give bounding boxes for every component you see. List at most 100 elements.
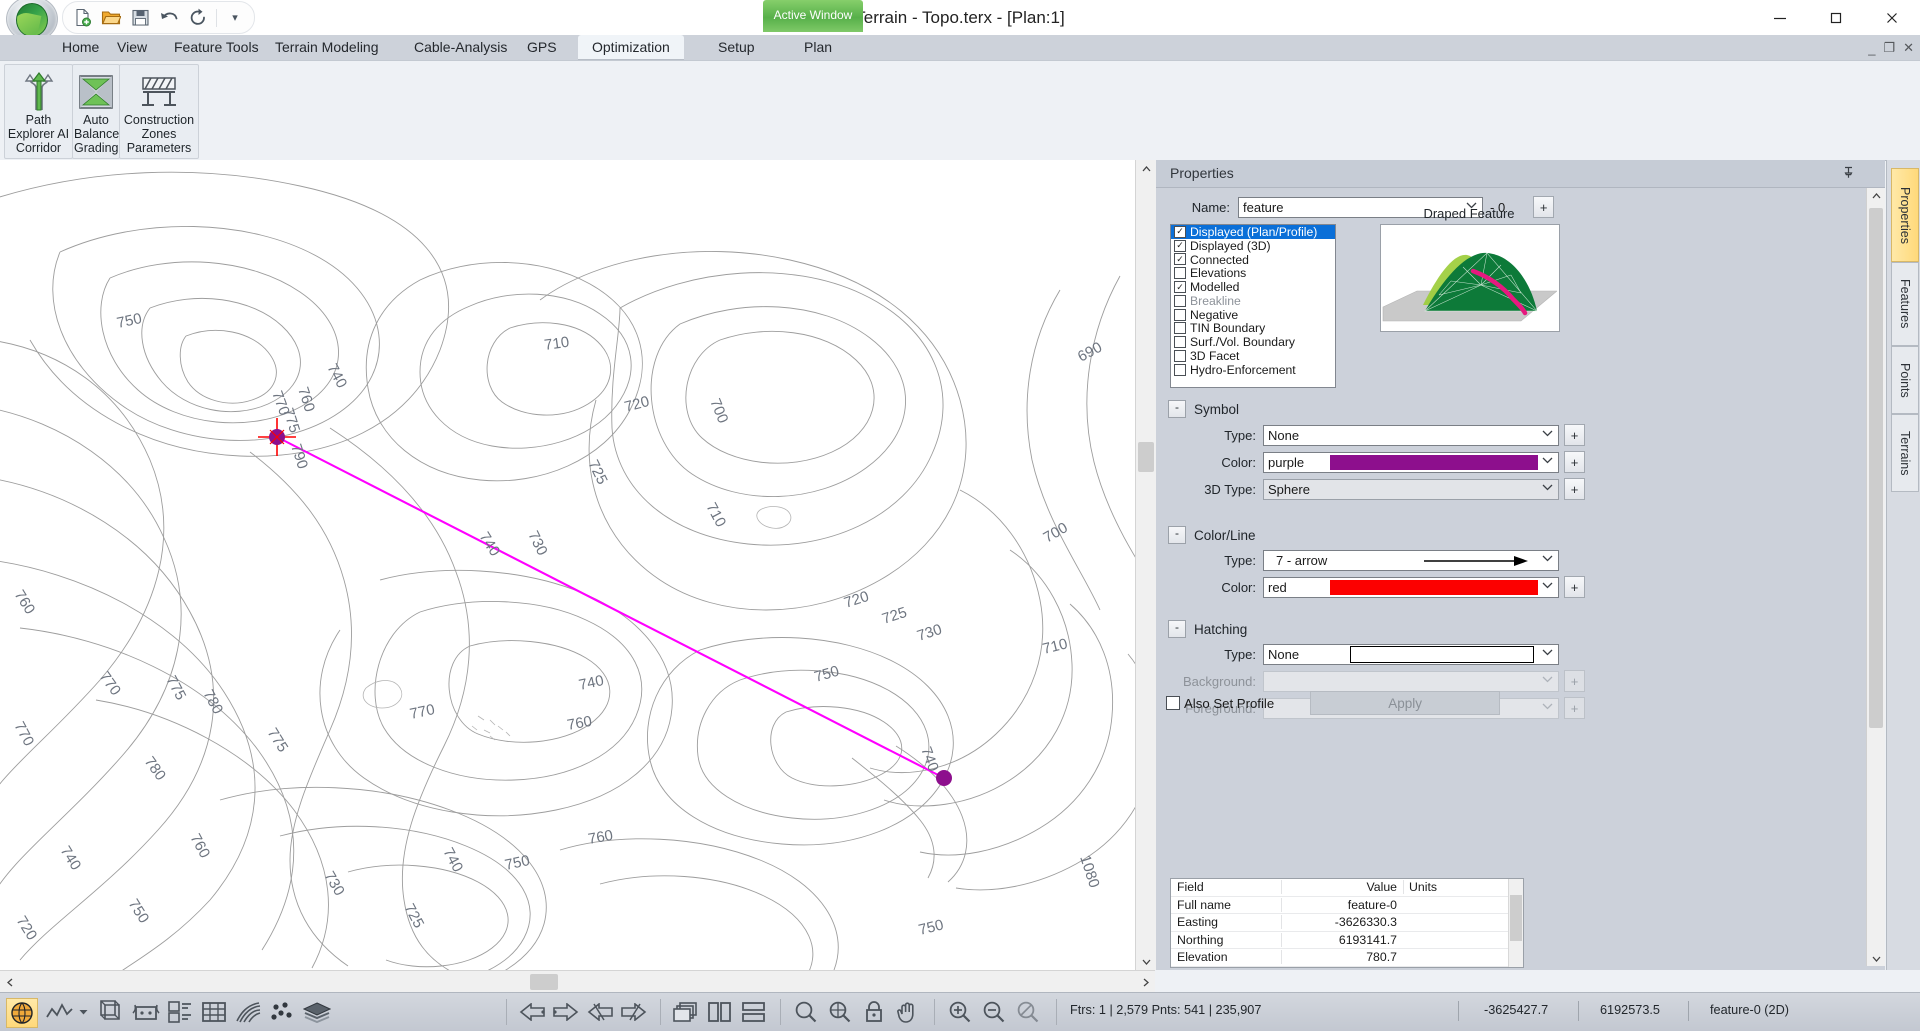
scroll-left-icon[interactable] bbox=[0, 971, 20, 993]
tab-setup[interactable]: Setup bbox=[704, 35, 769, 60]
report-icon[interactable] bbox=[164, 998, 196, 1026]
zoom-none-icon[interactable] bbox=[1012, 998, 1044, 1026]
scroll-down-icon[interactable] bbox=[1136, 952, 1156, 970]
zoom-window-icon[interactable] bbox=[790, 998, 822, 1026]
close-button[interactable] bbox=[1864, 0, 1920, 35]
also-set-profile-checkbox[interactable] bbox=[1166, 696, 1180, 710]
symbol-type-add-button[interactable]: + bbox=[1564, 424, 1585, 446]
checkbox-icon[interactable] bbox=[1174, 322, 1186, 335]
flag-item-3d-facet[interactable]: 3D Facet bbox=[1171, 349, 1335, 363]
globe-icon[interactable] bbox=[6, 998, 38, 1028]
profile-line-icon[interactable] bbox=[44, 998, 76, 1026]
tile-horizontal-icon[interactable] bbox=[738, 998, 770, 1026]
map-vertical-scrollbar[interactable] bbox=[1135, 160, 1156, 970]
checkbox-checked-icon[interactable]: ✓ bbox=[1174, 281, 1186, 294]
flag-item-displayed-plan-profile[interactable]: ✓ Displayed (Plan/Profile) bbox=[1171, 225, 1335, 239]
scroll-up-icon[interactable] bbox=[1136, 160, 1156, 178]
chevron-down-icon[interactable] bbox=[1542, 581, 1553, 593]
hatching-collapse-button[interactable]: - bbox=[1168, 620, 1186, 638]
next-feature-icon[interactable] bbox=[550, 998, 582, 1026]
chevron-down-icon[interactable] bbox=[1542, 648, 1553, 660]
chevron-down-icon[interactable] bbox=[1542, 554, 1553, 566]
scroll-right-icon[interactable] bbox=[1135, 971, 1155, 993]
flag-item-modelled[interactable]: ✓ Modelled bbox=[1171, 280, 1335, 294]
checkbox-checked-icon[interactable]: ✓ bbox=[1174, 239, 1186, 252]
flag-item-tin-boundary[interactable]: TIN Boundary bbox=[1171, 321, 1335, 335]
points-cloud-icon[interactable] bbox=[266, 998, 298, 1026]
properties-scrollbar[interactable] bbox=[1866, 188, 1885, 966]
checkbox-icon[interactable] bbox=[1174, 350, 1186, 363]
map-horizontal-scrollbar[interactable] bbox=[0, 970, 1155, 993]
symbol-color-select[interactable]: purple bbox=[1263, 451, 1559, 473]
maximize-button[interactable] bbox=[1808, 0, 1864, 35]
colorline-collapse-button[interactable]: - bbox=[1168, 526, 1186, 544]
construction-zones-parameters-button[interactable]: Construction Zones Parameters bbox=[120, 69, 198, 156]
tab-optimization[interactable]: Optimization bbox=[578, 35, 684, 60]
horizontal-scroll-thumb[interactable] bbox=[530, 974, 558, 990]
cube-3d-icon[interactable] bbox=[96, 998, 128, 1026]
symbol-type-select[interactable]: None bbox=[1263, 424, 1559, 446]
checkbox-icon[interactable] bbox=[1174, 336, 1186, 349]
flag-item-elevations[interactable]: Elevations bbox=[1171, 266, 1335, 280]
inner-minimize-button[interactable]: _ bbox=[1868, 41, 1875, 56]
feature-flags-list[interactable]: ✓ Displayed (Plan/Profile) ✓ Displayed (3D… bbox=[1170, 224, 1336, 388]
checkbox-icon[interactable] bbox=[1174, 308, 1186, 321]
flag-item-connected[interactable]: ✓ Connected bbox=[1171, 253, 1335, 267]
symbol-3dtype-add-button[interactable]: + bbox=[1564, 478, 1585, 500]
colorline-color-add-button[interactable]: + bbox=[1564, 576, 1585, 598]
cascade-windows-icon[interactable] bbox=[670, 998, 702, 1026]
zoom-in-icon[interactable] bbox=[944, 998, 976, 1026]
chevron-down-icon[interactable] bbox=[1542, 483, 1553, 495]
prev-feature-icon[interactable] bbox=[516, 998, 548, 1026]
grid-table-icon[interactable] bbox=[198, 998, 230, 1026]
vertical-scroll-thumb[interactable] bbox=[1138, 442, 1154, 472]
map-canvas[interactable]: 750 740 710 690 760 770 775 720 700 790 725 710 740 7… bbox=[0, 160, 1156, 970]
tab-gps[interactable]: GPS bbox=[513, 35, 571, 60]
tab-view[interactable]: View bbox=[103, 35, 161, 60]
zoom-out-icon[interactable] bbox=[978, 998, 1010, 1026]
save-disk-icon[interactable] bbox=[127, 5, 153, 31]
tab-cable-analysis[interactable]: Cable-Analysis bbox=[400, 35, 521, 60]
props-scroll-down-icon[interactable] bbox=[1867, 950, 1885, 966]
table-row[interactable]: Full name feature-0 bbox=[1171, 897, 1523, 914]
symbol-collapse-button[interactable]: - bbox=[1168, 400, 1186, 418]
contour-icon[interactable] bbox=[232, 998, 264, 1026]
table-row[interactable]: Northing 6193141.7 bbox=[1171, 932, 1523, 949]
open-folder-icon[interactable] bbox=[98, 5, 124, 31]
checkbox-checked-icon[interactable]: ✓ bbox=[1174, 253, 1186, 266]
minimize-button[interactable] bbox=[1752, 0, 1808, 35]
tile-vertical-icon[interactable] bbox=[704, 998, 736, 1026]
table-row[interactable]: Easting -3626330.3 bbox=[1171, 914, 1523, 932]
side-tab-points[interactable]: Points bbox=[1891, 346, 1919, 414]
section-view-icon[interactable] bbox=[130, 998, 162, 1026]
undo-arrow-icon[interactable] bbox=[156, 5, 182, 31]
symbol-color-add-button[interactable]: + bbox=[1564, 451, 1585, 473]
layers-icon[interactable] bbox=[300, 998, 334, 1026]
new-document-icon[interactable] bbox=[69, 5, 95, 31]
tab-feature-tools[interactable]: Feature Tools bbox=[160, 35, 273, 60]
side-tab-terrains[interactable]: Terrains bbox=[1891, 414, 1919, 492]
field-table-scrollbar[interactable] bbox=[1508, 879, 1523, 967]
table-row[interactable]: Elevation 780.7 bbox=[1171, 949, 1523, 967]
side-tab-properties[interactable]: Properties bbox=[1891, 168, 1919, 262]
apply-button[interactable]: Apply bbox=[1310, 691, 1501, 715]
chevron-down-icon[interactable] bbox=[1542, 429, 1553, 441]
pin-icon[interactable] bbox=[1842, 166, 1855, 182]
zoom-center-icon[interactable] bbox=[824, 998, 856, 1026]
tab-plan[interactable]: Plan bbox=[790, 35, 846, 60]
flag-item-hydro-enforcement[interactable]: Hydro-Enforcement bbox=[1171, 363, 1335, 377]
feature-field-table[interactable]: Field Value Units Full name feature-0 Ea… bbox=[1170, 878, 1524, 968]
flag-item-surf-vol-boundary[interactable]: Surf./Vol. Boundary bbox=[1171, 335, 1335, 349]
pan-hand-icon[interactable] bbox=[892, 998, 924, 1026]
props-scroll-thumb[interactable] bbox=[1869, 208, 1883, 728]
hatching-type-select[interactable]: None bbox=[1263, 644, 1559, 665]
field-table-scroll-thumb[interactable] bbox=[1510, 895, 1522, 941]
flag-item-negative[interactable]: Negative bbox=[1171, 308, 1335, 322]
inner-close-button[interactable]: ✕ bbox=[1903, 40, 1914, 56]
symbol-3dtype-select[interactable]: Sphere bbox=[1263, 478, 1559, 500]
qat-more-icon[interactable]: ▾ bbox=[222, 5, 248, 31]
checkbox-checked-icon[interactable]: ✓ bbox=[1174, 225, 1186, 238]
inner-restore-button[interactable]: ❐ bbox=[1883, 40, 1895, 56]
props-scroll-up-icon[interactable] bbox=[1867, 188, 1885, 204]
dropdown-caret-icon[interactable] bbox=[76, 998, 90, 1026]
